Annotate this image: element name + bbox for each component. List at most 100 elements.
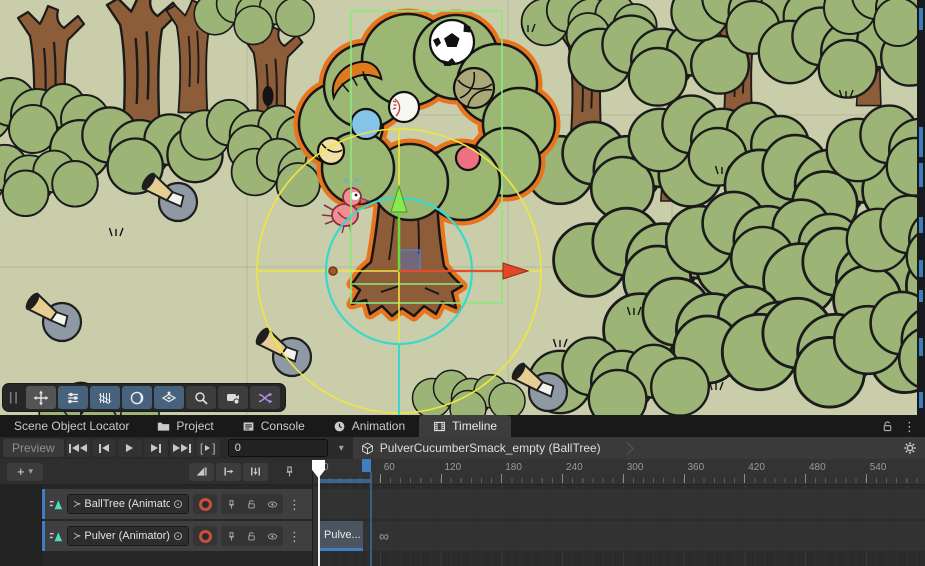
markers-toggle-button[interactable] [278,463,300,481]
previous-frame-button[interactable] [92,439,116,457]
tab-label: Scene Object Locator [14,419,129,433]
transport-dropdown-icon[interactable]: ▾ [339,443,344,454]
timeline-end-line [370,472,372,566]
search-icon [193,390,209,406]
folder-icon [157,420,170,433]
tab-timeline[interactable]: Timeline [419,415,511,437]
plane-handle[interactable] [399,250,420,271]
caret-down-icon: ▾ [29,466,34,477]
scene-marker-strip[interactable] [917,0,925,415]
clip-in-icon [222,465,235,478]
timeline-breadcrumb[interactable]: PulverCucumberSmack_empty (BallTree) [353,437,925,459]
object-picker-icon[interactable]: ⊙ [173,530,183,542]
clip-label: Pulve... [324,529,361,541]
track-gutter [0,485,42,566]
record-button[interactable] [193,494,217,514]
tab-console[interactable]: Console [228,415,319,437]
timeline-clips-area[interactable]: Pulve... ∞ [313,485,925,566]
scene-overlay-toolbar: || [3,384,285,411]
animation-track-icon [48,497,63,512]
track-controls [221,526,283,546]
clip-mid-icon [249,465,262,478]
timeline-tracks-area: Pulve... ∞ ≻ BallTree (Animator) ⊙ ⋮ ≻ [0,485,925,566]
eye-icon[interactable] [267,499,278,510]
ruler-label: 360 [688,462,705,473]
tab-label: Project [176,419,213,433]
timeline-transport-bar: Preview [] ▾ PulverCucumberSmack_empty (… [0,437,925,459]
gear-icon [903,441,917,455]
track-binding-field[interactable]: ≻ BallTree (Animator) ⊙ [67,494,189,514]
mixer-tool-button[interactable] [58,386,88,409]
go-to-start-button[interactable] [66,439,90,457]
track-name: Pulver (Animator) [84,530,170,542]
animation-track-icon [48,529,63,544]
clip-edit-replace-button[interactable] [243,463,268,481]
mixer-icon [65,390,81,406]
volleyball [454,68,494,108]
animation-clip[interactable]: Pulve... [319,521,363,551]
shuffle-tool-button[interactable] [250,386,280,409]
lock-open-icon[interactable] [881,420,894,433]
cube-icon [361,442,374,455]
timeline-ruler[interactable]: 0 60 120 180 240 300 360 420 480 540 [313,459,925,485]
pin-icon[interactable] [226,531,237,542]
preview-label: Preview [12,441,55,455]
pin-icon[interactable] [226,499,237,510]
curves-view-button[interactable] [189,463,214,481]
lock-open-icon[interactable] [246,531,257,542]
track-header-balltree[interactable]: ≻ BallTree (Animator) ⊙ ⋮ [42,489,312,519]
tab-project[interactable]: Project [143,415,227,437]
track-controls [221,494,283,514]
timeline-settings-button[interactable] [903,441,917,455]
play-range-button[interactable]: [] [196,439,220,457]
clock-icon [333,420,346,433]
ruler-label: 240 [566,462,583,473]
blue-ball [351,109,381,139]
ruler-label: 120 [445,462,462,473]
eye-icon[interactable] [267,531,278,542]
go-to-end-button[interactable] [170,439,194,457]
track-menu-icon[interactable]: ⋮ [288,530,301,543]
ruler-label: 300 [627,462,644,473]
toolbar-drag-handle[interactable]: || [9,390,20,404]
preview-button[interactable]: Preview [3,439,64,457]
object-picker-icon[interactable]: ⊙ [173,498,183,510]
panel-menu-icon[interactable]: ⋮ [903,420,916,433]
lock-open-icon[interactable] [246,499,257,510]
pivot-dot[interactable] [329,267,337,275]
scene-view[interactable]: || [0,0,925,415]
layers-icon [161,390,177,406]
clip-edit-mix-button[interactable] [216,463,241,481]
baseball [389,92,419,122]
frame-number-field[interactable] [228,439,328,457]
ruler-label: 420 [748,462,765,473]
hatch-tool-button[interactable] [90,386,120,409]
track-header-pulver[interactable]: ≻ Pulver (Animator) ⊙ ⋮ [42,521,312,551]
move-tool-button[interactable] [26,386,56,409]
track-lane-balltree[interactable] [313,489,925,519]
track-header-column: ≻ BallTree (Animator) ⊙ ⋮ ≻ Pulver (Anim… [0,485,313,566]
search-tool-button[interactable] [186,386,216,409]
tab-label: Animation [352,419,405,433]
sphere-tool-button[interactable] [122,386,152,409]
timeline-end-marker[interactable] [362,459,371,472]
record-button[interactable] [193,526,217,546]
layers-tool-button[interactable] [154,386,184,409]
tab-animation[interactable]: Animation [319,415,419,437]
track-binding-field[interactable]: ≻ Pulver (Animator) ⊙ [67,526,189,546]
next-frame-button[interactable] [144,439,168,457]
hatch-icon [97,390,113,406]
tree-hole [263,86,274,106]
tab-scene-object-locator[interactable]: Scene Object Locator [0,415,143,437]
track-name: BallTree (Animator) [84,498,170,510]
track-lane-pulver[interactable]: Pulve... ∞ [313,521,925,551]
plus-icon: + [17,464,25,479]
animator-icon: ≻ [73,531,81,542]
track-menu-icon[interactable]: ⋮ [288,498,301,511]
ruler-label: 480 [809,462,826,473]
play-button[interactable] [118,439,142,457]
tab-label: Timeline [452,419,497,433]
add-track-button[interactable]: + ▾ [7,463,43,481]
timeline-toolbar: + ▾ [0,459,313,485]
camera-tool-button[interactable] [218,386,248,409]
